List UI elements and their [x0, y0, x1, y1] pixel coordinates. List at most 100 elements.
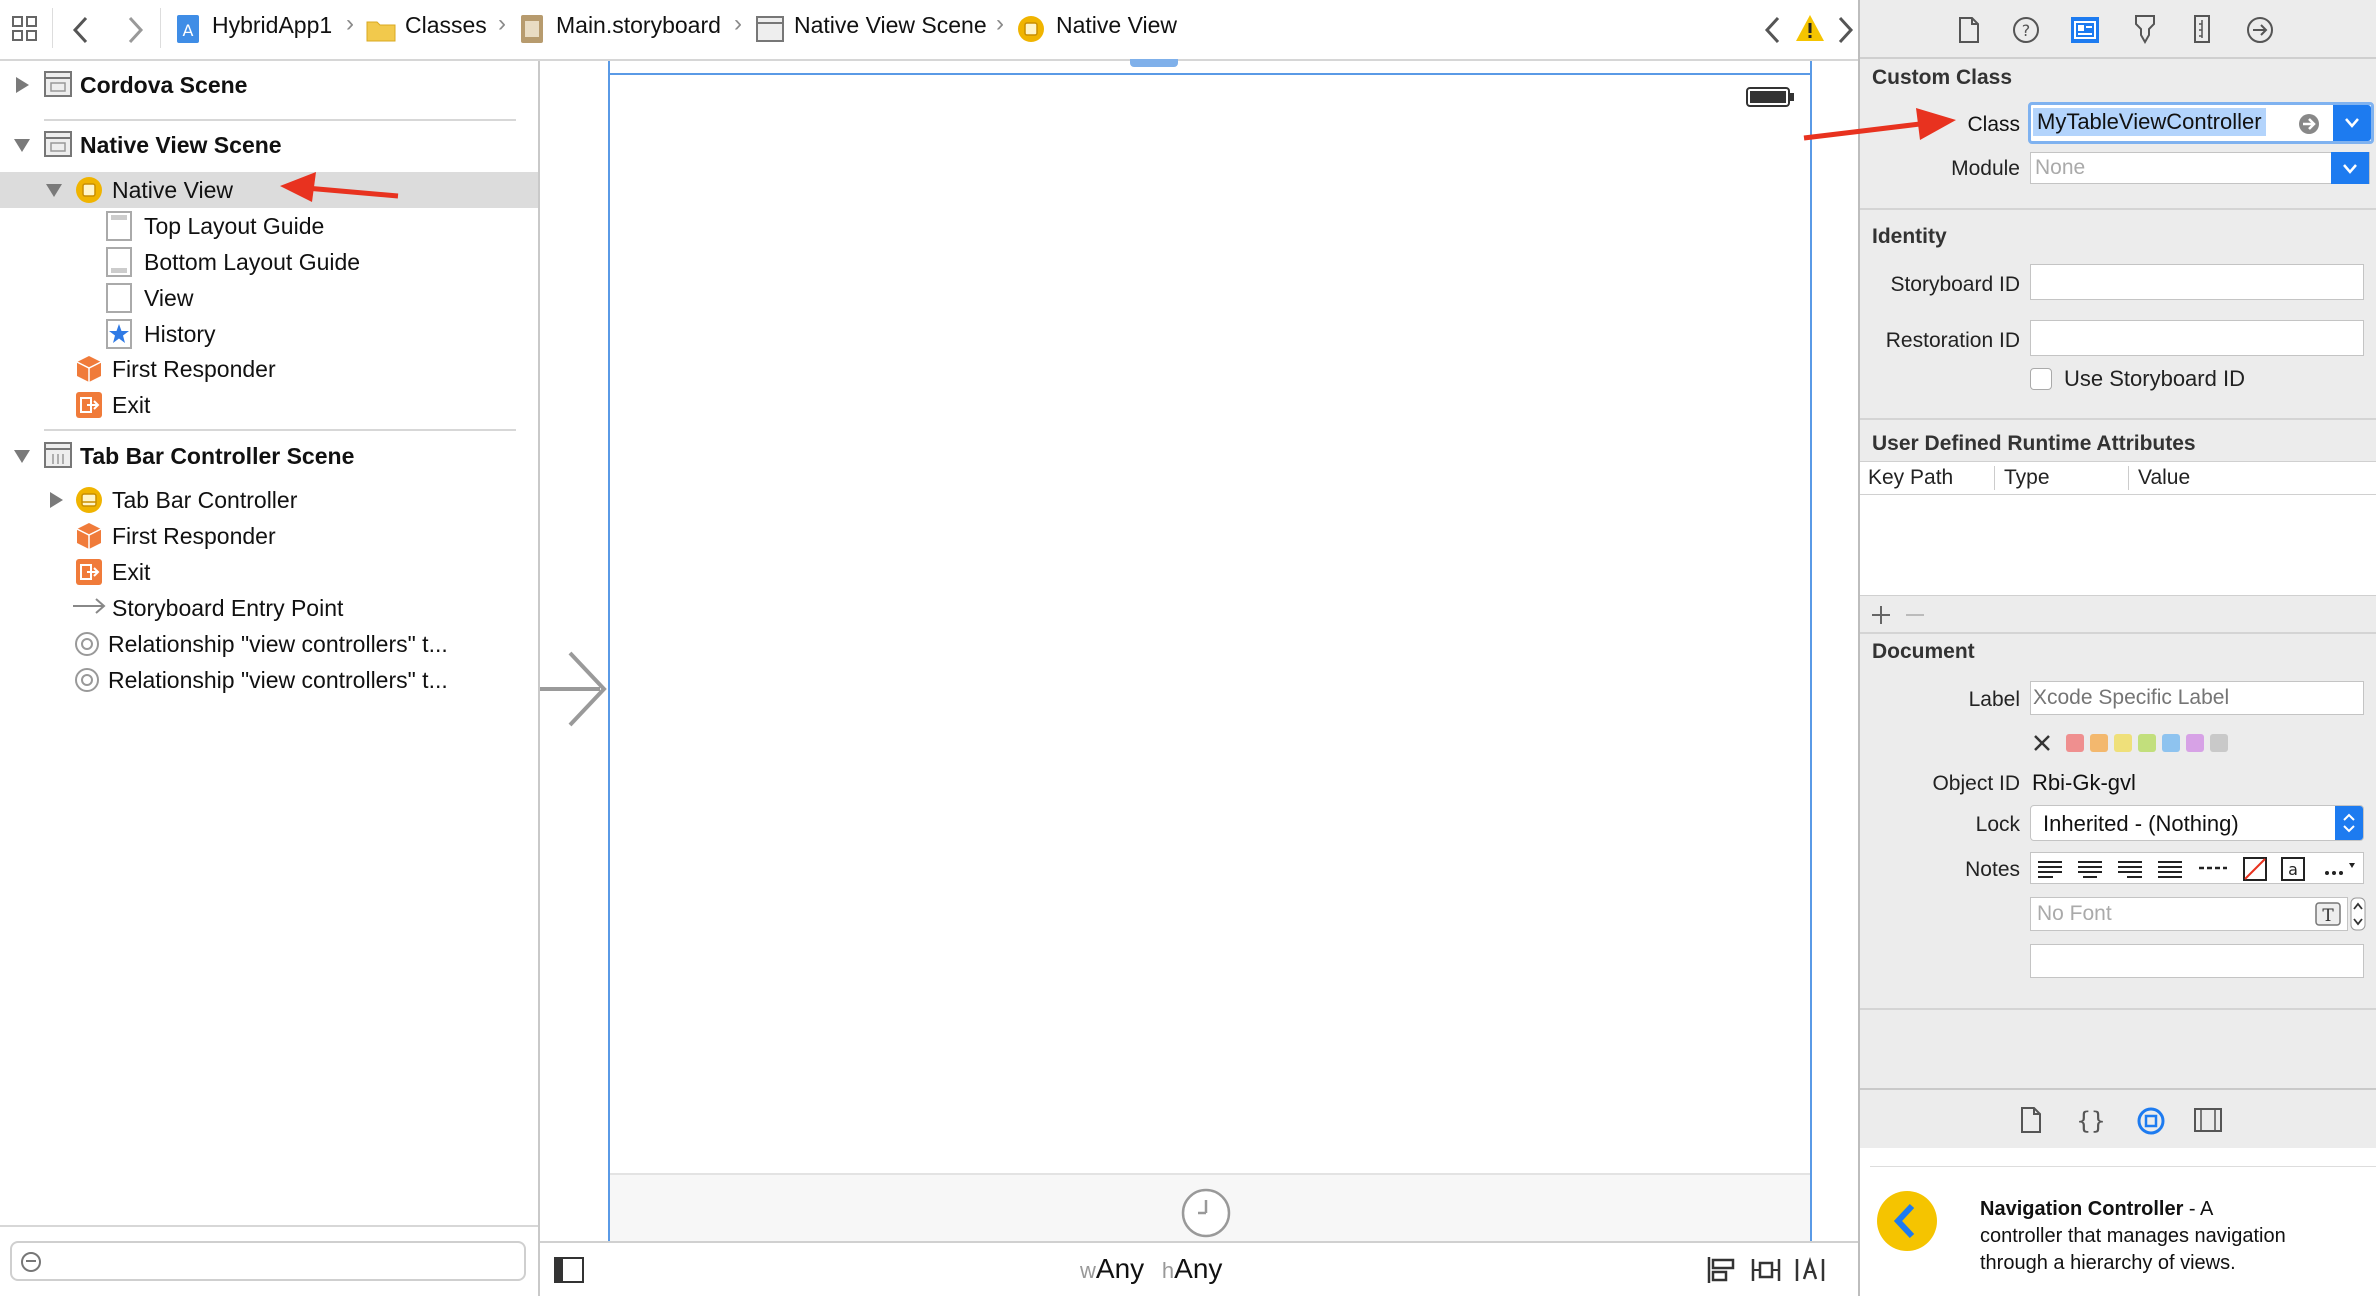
outline-row-bottom-layout-guide[interactable]: Bottom Layout Guide [144, 245, 360, 279]
identity-inspector-icon[interactable] [2070, 16, 2100, 44]
previous-issue-chevron-icon[interactable] [1764, 16, 1782, 44]
resolve-layout-issues-icon[interactable] [1794, 1255, 1826, 1285]
file-inspector-icon[interactable] [1958, 16, 1980, 44]
outline-row-relationship-1[interactable]: Relationship "view controllers" t... [108, 627, 448, 661]
connections-inspector-icon[interactable] [2246, 16, 2274, 44]
column-key-path[interactable]: Key Path [1868, 466, 1953, 490]
breadcrumb-project[interactable]: HybridApp1 [212, 12, 332, 39]
outline-row-native-view-scene[interactable]: Native View Scene [80, 128, 282, 162]
go-to-class-arrow-icon[interactable] [2297, 112, 2321, 136]
module-field[interactable]: None [2030, 152, 2370, 184]
code-snippet-library-icon[interactable]: {} [2078, 1106, 2104, 1134]
use-storyboard-id-label: Use Storyboard ID [2064, 366, 2245, 391]
label-color-swatch[interactable] [2114, 734, 2132, 752]
use-storyboard-id-checkbox[interactable] [2030, 368, 2052, 390]
align-right-icon[interactable] [2117, 859, 2143, 879]
storyboard-id-input[interactable] [2030, 264, 2364, 300]
outline-row-view[interactable]: View [144, 281, 193, 315]
font-field[interactable]: No Font T [2030, 897, 2348, 931]
add-attribute-plus-icon[interactable] [1870, 604, 1892, 626]
notes-text-input[interactable] [2030, 944, 2364, 978]
breadcrumb-storyboard[interactable]: Main.storyboard [556, 12, 721, 39]
outline-row-top-layout-guide[interactable]: Top Layout Guide [144, 209, 324, 243]
outline-row-native-view[interactable]: Native View [112, 173, 233, 207]
font-style-icon[interactable]: a [2281, 857, 2305, 881]
module-dropdown-button[interactable] [2331, 152, 2369, 184]
breadcrumb-separator: › [996, 10, 1004, 37]
storyboard-canvas[interactable]: wAny hAny [540, 59, 1858, 1296]
outline-filter-field[interactable] [10, 1241, 526, 1281]
pin-icon[interactable] [1750, 1255, 1782, 1285]
forward-chevron-icon[interactable] [126, 16, 144, 44]
outline-row-exit[interactable]: Exit [112, 388, 150, 422]
restoration-id-input[interactable] [2030, 320, 2364, 356]
storyboard-id-label: Storyboard ID [1890, 273, 2020, 296]
more-options-icon[interactable] [2323, 859, 2357, 879]
related-items-grid-icon[interactable] [12, 16, 38, 42]
canvas-bottom-bar: wAny hAny [540, 1241, 1858, 1296]
custom-class-title: Custom Class [1872, 66, 2013, 89]
label-color-swatch[interactable] [2138, 734, 2156, 752]
outline-row-cordova-scene[interactable]: Cordova Scene [80, 68, 247, 102]
file-template-library-icon[interactable] [2020, 1106, 2042, 1134]
disclosure-expanded-icon[interactable] [14, 139, 30, 152]
label-color-swatch[interactable] [2186, 734, 2204, 752]
back-chevron-icon[interactable] [72, 16, 90, 44]
breadcrumb-view-controller[interactable]: Native View [1056, 12, 1177, 39]
label-color-swatch[interactable] [2090, 734, 2108, 752]
document-label-input[interactable] [2030, 681, 2364, 715]
size-inspector-icon[interactable] [2192, 14, 2212, 44]
outline-filter-input[interactable] [50, 1247, 514, 1275]
text-color-icon[interactable] [2243, 857, 2267, 881]
font-picker-icon[interactable]: T [2315, 902, 2341, 926]
disclosure-expanded-icon[interactable] [46, 184, 62, 197]
outline-row-first-responder-2[interactable]: First Responder [112, 519, 276, 553]
size-class-control[interactable]: wAny hAny [1080, 1253, 1222, 1285]
align-left-icon[interactable] [2037, 859, 2063, 879]
outline-row-storyboard-entry-point[interactable]: Storyboard Entry Point [112, 591, 343, 625]
svg-text:a: a [2288, 860, 2298, 879]
toggle-outline-icon[interactable] [554, 1257, 584, 1283]
library-item-navigation-controller[interactable]: Navigation Controller - A controller tha… [1860, 1148, 2376, 1296]
object-library-icon[interactable] [2136, 1106, 2166, 1136]
disclosure-collapsed-icon[interactable] [50, 492, 63, 508]
disclosure-expanded-icon[interactable] [14, 450, 30, 463]
label-color-swatch[interactable] [2210, 734, 2228, 752]
label-color-swatch[interactable] [2162, 734, 2180, 752]
runtime-attributes-table[interactable] [1860, 495, 2376, 595]
outline-row-first-responder[interactable]: First Responder [112, 352, 276, 386]
size-class-h-value: Any [1174, 1253, 1223, 1284]
outline-row-relationship-2[interactable]: Relationship "view controllers" t... [108, 663, 448, 697]
restoration-id-label: Restoration ID [1885, 329, 2020, 352]
line-spacing-icon[interactable] [2199, 865, 2227, 871]
align-center-icon[interactable] [2077, 859, 2103, 879]
lock-stepper-button[interactable] [2335, 806, 2363, 840]
remove-attribute-minus-icon[interactable] [1904, 604, 1926, 626]
warning-icon[interactable] [1795, 14, 1825, 42]
align-justify-icon[interactable] [2157, 859, 2183, 879]
column-type[interactable]: Type [2004, 466, 2050, 490]
next-issue-chevron-icon[interactable] [1836, 16, 1854, 44]
scene-dock-tab[interactable] [1130, 59, 1178, 67]
lock-popup[interactable]: Inherited - (Nothing) [2030, 805, 2364, 841]
disclosure-collapsed-icon[interactable] [16, 77, 29, 93]
font-size-stepper-icon[interactable] [2350, 897, 2366, 931]
outline-row-tab-bar-controller-scene[interactable]: Tab Bar Controller Scene [80, 439, 354, 473]
column-value[interactable]: Value [2138, 466, 2190, 490]
outline-row-exit-2[interactable]: Exit [112, 555, 150, 589]
label-color-swatch[interactable] [2066, 734, 2084, 752]
scene-frame[interactable] [608, 59, 1812, 1241]
media-library-icon[interactable] [2194, 1108, 2222, 1132]
clear-label-color-x-icon[interactable] [2032, 733, 2052, 753]
align-icon[interactable] [1706, 1255, 1736, 1285]
class-dropdown-button[interactable] [2333, 105, 2371, 141]
outline-row-history[interactable]: History [144, 317, 216, 351]
attributes-inspector-icon[interactable] [2132, 14, 2158, 44]
tab-bar-item-clock-icon[interactable] [1180, 1187, 1232, 1239]
breadcrumb-scene[interactable]: Native View Scene [794, 12, 987, 39]
quick-help-icon[interactable]: ? [2012, 16, 2040, 44]
project-file-icon: A [177, 15, 199, 43]
breadcrumb-folder[interactable]: Classes [405, 12, 487, 39]
outline-row-tab-bar-controller[interactable]: Tab Bar Controller [112, 483, 297, 517]
class-field[interactable]: MyTableViewController [2028, 102, 2374, 144]
